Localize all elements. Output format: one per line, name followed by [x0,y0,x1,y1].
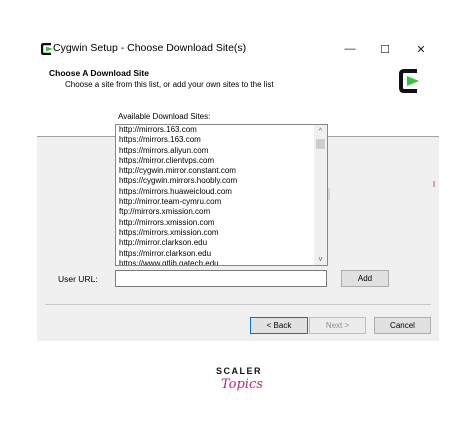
scroll-thumb[interactable] [316,139,325,149]
add-button[interactable]: Add [341,270,389,287]
list-item[interactable]: http://mirror.clarkson.edu [116,238,315,248]
scroll-up-icon[interactable]: ^ [314,125,327,137]
title-bar: Cygwin Setup - Choose Download Site(s) —… [37,36,439,62]
list-item[interactable]: http://mirrors.163.com [116,125,315,135]
page-title: Choose A Download Site [49,68,149,78]
user-url-input[interactable] [115,270,327,287]
sites-list-items: http://mirrors.163.com https://mirrors.16… [116,125,315,265]
sites-label: Available Download Sites: [118,112,211,121]
scroll-down-icon[interactable]: v [314,253,327,265]
list-item[interactable]: ftp://mirrors.xmission.com [116,207,315,217]
list-item[interactable]: https://mirror.clientvps.com [116,156,315,166]
list-item[interactable]: https://mirrors.aliyun.com [116,146,315,156]
close-button[interactable]: ✕ [412,40,430,58]
list-item[interactable]: https://cygwin.mirrors.hoobly.com [116,176,315,186]
page-subtitle: Choose a site from this list, or add you… [65,80,274,89]
list-item[interactable]: https://mirrors.xmission.com [116,228,315,238]
window-title: Cygwin Setup - Choose Download Site(s) [53,42,247,54]
brand-topics-text: Topics [221,377,263,392]
list-item[interactable]: http://cygwin.mirror.constant.com [116,166,315,176]
list-item[interactable]: https://mirror.clarkson.edu [116,249,315,259]
list-item[interactable]: http://mirror.team-cymru.com [116,197,315,207]
maximize-button[interactable]: ☐ [376,40,394,58]
download-sites-list[interactable]: http://mirrors.163.com https://mirrors.16… [115,124,328,266]
list-item[interactable]: https://mirrors.huaweicloud.com [116,187,315,197]
splitter-mark [328,188,330,200]
cancel-button[interactable]: Cancel [374,317,431,334]
cygwin-logo-icon [399,69,419,93]
edge-mark [433,181,435,187]
back-button[interactable]: < Back [250,317,308,334]
list-item[interactable]: http://mirrors.xmission.com [116,218,315,228]
next-button[interactable]: Next > [309,317,366,334]
list-item[interactable]: https://www.gtlib.gatech.edu [116,259,315,265]
vertical-scrollbar[interactable]: ^ v [314,125,327,265]
brand-scaler-text: SCALER [216,366,263,376]
minimize-button[interactable]: — [341,40,359,58]
user-url-label: User URL: [58,274,98,284]
list-item[interactable]: https://mirrors.163.com [116,135,315,145]
setup-window: Cygwin Setup - Choose Download Site(s) —… [37,36,439,341]
footer-divider [45,304,431,305]
